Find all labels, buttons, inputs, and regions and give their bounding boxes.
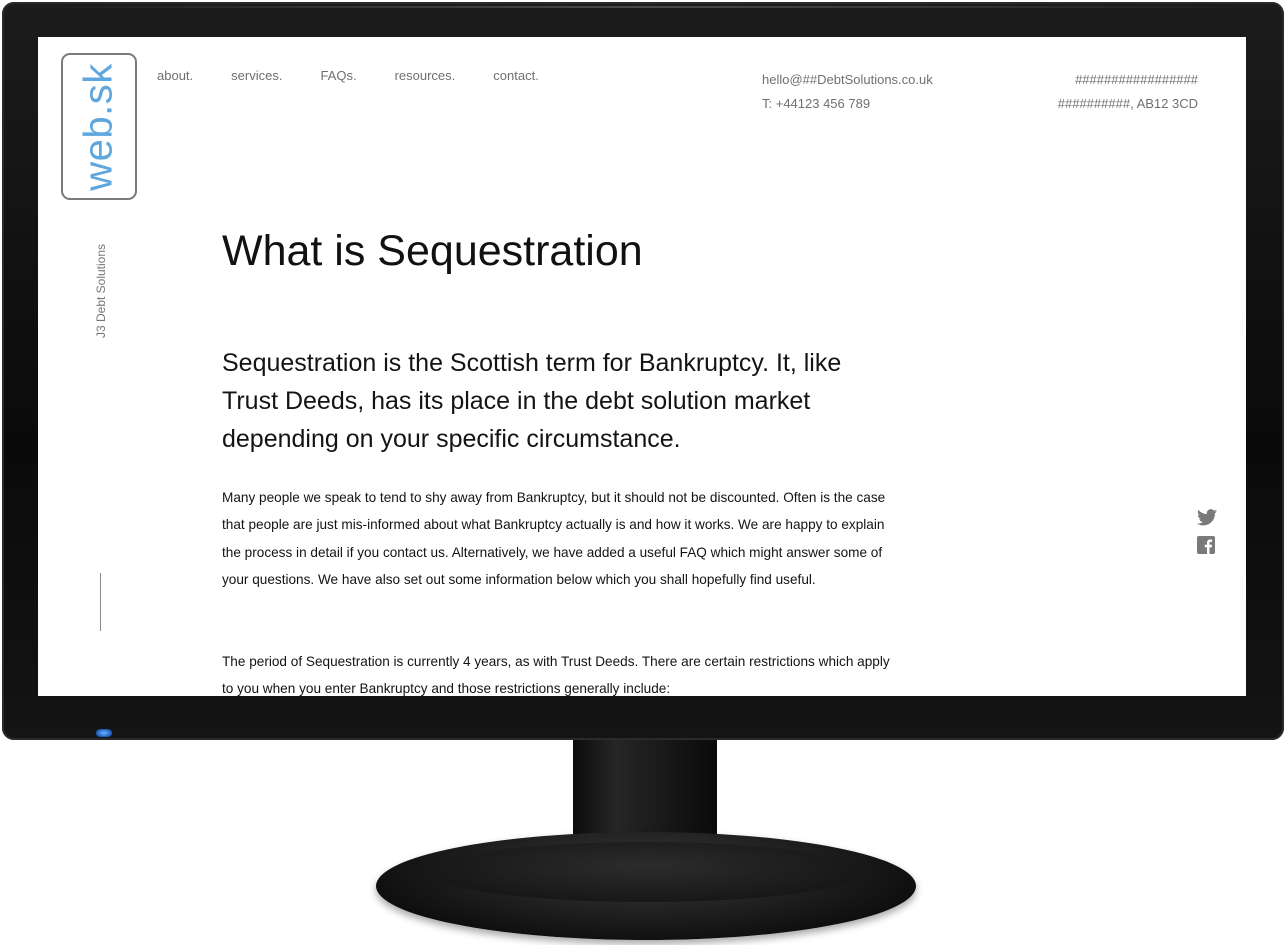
- address-line-2: ##########, AB12 3CD: [1057, 96, 1198, 111]
- website-screen: web.sk J3 Debt Solutions about. services…: [38, 37, 1246, 696]
- nav-resources[interactable]: resources.: [395, 68, 456, 83]
- page-title: What is Sequestration: [222, 227, 643, 275]
- nav-contact[interactable]: contact.: [493, 68, 539, 83]
- body-paragraph-2: The period of Sequestration is currently…: [222, 654, 890, 696]
- social-links: [1197, 509, 1217, 554]
- body-paragraph-1: Many people we speak to tend to shy away…: [222, 490, 886, 587]
- contact-email[interactable]: hello@##DebtSolutions.co.uk: [762, 68, 933, 92]
- power-led: [96, 729, 112, 737]
- logo[interactable]: web.sk: [61, 53, 137, 200]
- nav-services[interactable]: services.: [231, 68, 282, 83]
- contact-info: hello@##DebtSolutions.co.uk T: +44123 45…: [762, 68, 933, 116]
- contact-phone[interactable]: T: +44123 456 789: [762, 92, 933, 116]
- facebook-icon[interactable]: [1197, 536, 1215, 554]
- monitor-base-top: [430, 842, 862, 902]
- nav-about[interactable]: about.: [157, 68, 193, 83]
- lead-paragraph: Sequestration is the Scottish term for B…: [222, 349, 842, 453]
- main-nav: about. services. FAQs. resources. contac…: [157, 68, 577, 83]
- company-tagline: J3 Debt Solutions: [94, 243, 108, 339]
- address-info: ################# ##########, AB12 3CD: [1058, 68, 1198, 116]
- address-line-1: #################: [1075, 72, 1198, 87]
- logo-text: web.sk: [76, 62, 121, 191]
- bezel-highlight: [10, 6, 1280, 8]
- nav-faqs[interactable]: FAQs.: [320, 68, 356, 83]
- side-divider: [100, 573, 101, 631]
- twitter-icon[interactable]: [1197, 509, 1217, 526]
